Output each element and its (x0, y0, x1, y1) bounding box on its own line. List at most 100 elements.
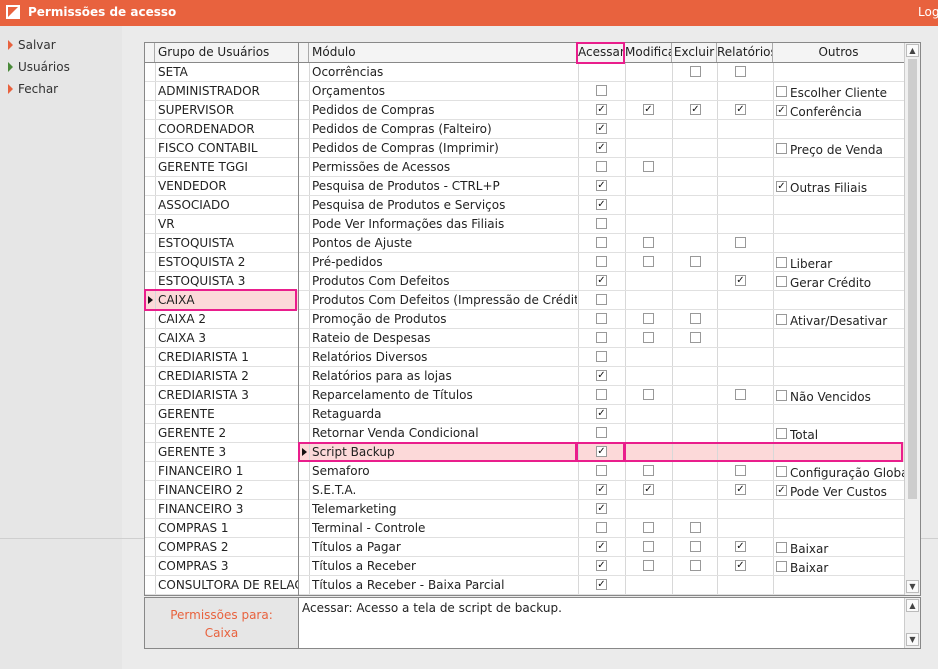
reports-checkbox[interactable] (735, 465, 746, 476)
module-row[interactable]: Script Backup ✓ (299, 443, 904, 462)
group-row[interactable]: CREDIARISTA 1 (145, 348, 298, 367)
modify-checkbox[interactable] (643, 313, 654, 324)
logout-link[interactable]: Log (918, 5, 938, 19)
group-row[interactable]: CONSULTORA DE RELACI (145, 576, 298, 595)
reports-checkbox[interactable]: ✓ (735, 275, 746, 286)
module-row[interactable]: Títulos a Receber ✓ ✓ Baixar (299, 557, 904, 576)
others-checkbox[interactable] (776, 276, 787, 287)
group-row[interactable]: GERENTE 3 (145, 443, 298, 462)
others-checkbox[interactable] (776, 561, 787, 572)
group-row[interactable]: FISCO CONTABIL (145, 139, 298, 158)
modify-checkbox[interactable] (643, 389, 654, 400)
group-row[interactable]: GERENTE (145, 405, 298, 424)
group-row[interactable]: CAIXA 2 (145, 310, 298, 329)
module-row[interactable]: Retornar Venda Condicional Total (299, 424, 904, 443)
others-checkbox[interactable] (776, 390, 787, 401)
modify-checkbox[interactable]: ✓ (643, 104, 654, 115)
others-checkbox[interactable] (776, 257, 787, 268)
modify-checkbox[interactable] (643, 541, 654, 552)
save-button[interactable]: Salvar (8, 36, 56, 54)
group-row[interactable]: COORDENADOR (145, 120, 298, 139)
module-row[interactable]: Rateio de Despesas (299, 329, 904, 348)
delete-checkbox[interactable] (690, 66, 701, 77)
group-row[interactable]: FINANCEIRO 2 (145, 481, 298, 500)
group-row[interactable]: VENDEDOR (145, 177, 298, 196)
module-row[interactable]: Pesquisa de Produtos - CTRL+P ✓ ✓ Outras Fi… (299, 177, 904, 196)
access-checkbox[interactable]: ✓ (596, 123, 607, 134)
module-row[interactable]: Produtos Com Defeitos ✓ ✓ Gerar Crédito (299, 272, 904, 291)
access-checkbox[interactable] (596, 351, 607, 362)
access-checkbox[interactable]: ✓ (596, 104, 607, 115)
group-row[interactable]: ADMINISTRADOR (145, 82, 298, 101)
scroll-thumb[interactable] (908, 59, 917, 499)
delete-checkbox[interactable]: ✓ (690, 104, 701, 115)
access-checkbox[interactable]: ✓ (596, 180, 607, 191)
access-checkbox[interactable]: ✓ (596, 541, 607, 552)
delete-checkbox[interactable] (690, 560, 701, 571)
module-row[interactable]: Telemarketing ✓ (299, 500, 904, 519)
module-row[interactable]: Títulos a Pagar ✓ ✓ Baixar (299, 538, 904, 557)
scroll-down-icon[interactable]: ▼ (906, 580, 919, 593)
access-checkbox[interactable]: ✓ (596, 446, 607, 457)
group-row[interactable]: COMPRAS 3 (145, 557, 298, 576)
others-column-header[interactable]: Outros (773, 43, 904, 62)
reports-checkbox[interactable] (735, 66, 746, 77)
description-memo[interactable]: Acessar: Acesso a tela de script de back… (298, 597, 921, 649)
module-row[interactable]: Semaforo Configuração Global (299, 462, 904, 481)
module-row[interactable]: Permissões de Acessos (299, 158, 904, 177)
access-checkbox[interactable] (596, 85, 607, 96)
others-checkbox[interactable] (776, 143, 787, 154)
modify-checkbox[interactable] (643, 161, 654, 172)
access-checkbox[interactable] (596, 522, 607, 533)
module-row[interactable]: Pode Ver Informações das Filiais (299, 215, 904, 234)
reports-checkbox[interactable]: ✓ (735, 560, 746, 571)
users-button[interactable]: Usuários (8, 58, 70, 76)
modify-checkbox[interactable] (643, 560, 654, 571)
group-row[interactable]: FINANCEIRO 1 (145, 462, 298, 481)
user-groups-grid[interactable]: Grupo de Usuários SETA ADMINISTRADOR SUPER… (144, 42, 299, 596)
modify-checkbox[interactable] (643, 332, 654, 343)
access-checkbox[interactable] (596, 294, 607, 305)
reports-checkbox[interactable] (735, 237, 746, 248)
others-checkbox[interactable] (776, 314, 787, 325)
modify-checkbox[interactable] (643, 522, 654, 533)
access-checkbox[interactable]: ✓ (596, 503, 607, 514)
others-checkbox[interactable] (776, 428, 787, 439)
module-row[interactable]: Pedidos de Compras (Imprimir) ✓ Preço de V… (299, 139, 904, 158)
group-row[interactable]: CAIXA (145, 291, 298, 310)
module-row[interactable]: Terminal - Controle (299, 519, 904, 538)
access-checkbox[interactable]: ✓ (596, 484, 607, 495)
modules-grid[interactable]: Módulo Acessar Modifica Excluir Relatóri… (298, 42, 921, 596)
modules-scrollbar[interactable]: ▲ ▼ (904, 43, 920, 595)
group-row[interactable]: COMPRAS 2 (145, 538, 298, 557)
access-checkbox[interactable]: ✓ (596, 579, 607, 590)
group-row[interactable]: ESTOQUISTA (145, 234, 298, 253)
delete-checkbox[interactable] (690, 522, 701, 533)
others-checkbox[interactable]: ✓ (776, 485, 787, 496)
group-row[interactable]: COMPRAS 1 (145, 519, 298, 538)
delete-checkbox[interactable] (690, 256, 701, 267)
group-row[interactable]: ESTOQUISTA 2 (145, 253, 298, 272)
access-checkbox[interactable]: ✓ (596, 275, 607, 286)
reports-checkbox[interactable]: ✓ (735, 104, 746, 115)
modify-checkbox[interactable] (643, 465, 654, 476)
description-scrollbar[interactable]: ▲ ▼ (904, 598, 920, 648)
access-checkbox[interactable]: ✓ (596, 199, 607, 210)
module-row[interactable]: S.E.T.A. ✓ ✓ ✓ ✓ Pode Ver Custos (299, 481, 904, 500)
others-checkbox[interactable] (776, 86, 787, 97)
reports-checkbox[interactable]: ✓ (735, 484, 746, 495)
access-checkbox[interactable] (596, 332, 607, 343)
groups-column-header[interactable]: Grupo de Usuários (155, 43, 298, 62)
modify-checkbox[interactable] (643, 256, 654, 267)
access-checkbox[interactable] (596, 465, 607, 476)
module-row[interactable]: Pedidos de Compras ✓ ✓ ✓ ✓ ✓ Conferência (299, 101, 904, 120)
access-column-header[interactable]: Acessar (578, 43, 625, 62)
access-checkbox[interactable] (596, 313, 607, 324)
access-checkbox[interactable] (596, 427, 607, 438)
close-button[interactable]: Fechar (8, 80, 58, 98)
module-row[interactable]: Orçamentos Escolher Cliente (299, 82, 904, 101)
delete-column-header[interactable]: Excluir (672, 43, 717, 62)
module-row[interactable]: Pontos de Ajuste (299, 234, 904, 253)
group-row[interactable]: GERENTE TGGI (145, 158, 298, 177)
access-checkbox[interactable] (596, 161, 607, 172)
